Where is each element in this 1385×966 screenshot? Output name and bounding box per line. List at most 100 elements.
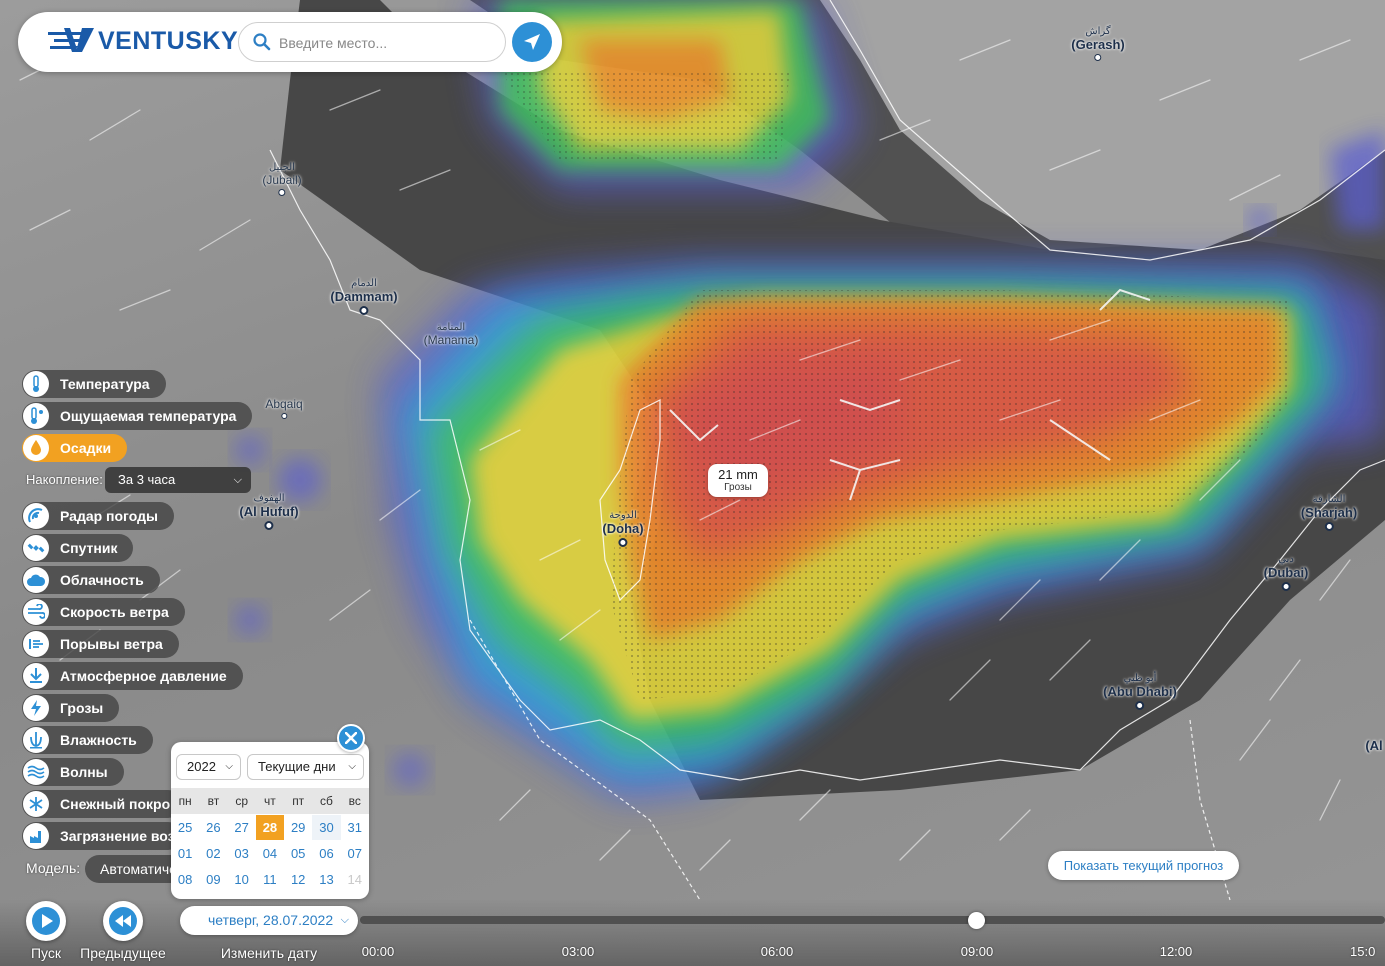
accumulation-select[interactable]: За 3 часа ⌵	[105, 467, 251, 493]
calendar-day-current[interactable]: 28	[255, 815, 285, 840]
calendar-day[interactable]: 31	[341, 815, 369, 840]
timeline-tick: 12:00	[1159, 944, 1193, 959]
thermometer-icon	[23, 371, 49, 397]
calendar-week: 25 26 27 28 29 30 31	[171, 814, 369, 840]
date-select[interactable]: четверг, 28.07.2022 ⌵	[180, 906, 358, 935]
accumulation-label: Накопление:	[26, 472, 103, 487]
logo-text: VENTUSKY	[98, 26, 239, 55]
weekday: ср	[235, 794, 248, 808]
layer-snow-cover[interactable]: Снежный покров	[22, 790, 182, 818]
raindrop-icon	[23, 435, 49, 461]
snowflake-icon	[23, 791, 49, 817]
layer-cloudiness[interactable]: Облачность	[22, 566, 160, 594]
layer-temperature[interactable]: Температура	[22, 370, 166, 398]
date-picker: 2022 ⌵ Текущие дни ⌵ пн вт ср чт пт сб в…	[171, 742, 369, 899]
factory-icon	[23, 823, 49, 849]
calendar-day[interactable]: 11	[256, 867, 284, 892]
wind-gust-icon	[23, 631, 49, 657]
calendar-day[interactable]: 03	[228, 841, 256, 866]
layer-wind-gusts[interactable]: Порывы ветра	[22, 630, 179, 658]
calendar-day[interactable]: 05	[284, 841, 312, 866]
locate-button[interactable]	[512, 22, 552, 62]
city-dubai[interactable]: دبي (Dubai)	[1264, 554, 1308, 591]
city-doha[interactable]: الدوحة (Doha)	[602, 510, 644, 547]
logo[interactable]: VENTUSKY	[48, 26, 238, 56]
logo-mark-icon	[48, 28, 94, 52]
timeline-track[interactable]	[360, 916, 1385, 924]
weekday-header: пн вт ср чт пт сб вс	[171, 788, 369, 814]
close-calendar-button[interactable]	[337, 724, 365, 752]
calendar-day[interactable]: 06	[312, 841, 340, 866]
calendar-week: 01 02 03 04 05 06 07	[171, 840, 369, 866]
search-input[interactable]	[279, 32, 494, 54]
search-box[interactable]	[238, 22, 506, 62]
city-dammam[interactable]: الدمام (Dammam)	[330, 278, 398, 315]
layer-humidity[interactable]: Влажность	[22, 726, 153, 754]
show-current-forecast-button[interactable]: Показать текущий прогноз	[1048, 851, 1239, 880]
weekday: сб	[320, 794, 333, 808]
previous-button[interactable]	[103, 901, 143, 941]
radar-icon	[23, 503, 49, 529]
humidity-icon	[23, 727, 49, 753]
calendar-week: 08 09 10 11 12 13 14	[171, 866, 369, 892]
city-abu-dhabi[interactable]: أبو ظبي (Abu Dhabi)	[1103, 673, 1177, 710]
city-sharjah[interactable]: الشارقة (Sharjah)	[1301, 494, 1357, 531]
city-manama[interactable]: المنامة (Manama)	[424, 322, 479, 347]
close-icon	[345, 732, 357, 744]
tooltip-value: 21 mm	[718, 467, 758, 482]
layer-air-pollution[interactable]: Загрязнение воздуха	[22, 822, 182, 850]
city-al-partial[interactable]: (Al	[1365, 738, 1382, 753]
tooltip-label: Грозы	[724, 482, 752, 493]
navigation-arrow-icon	[524, 34, 540, 50]
cloud-icon	[23, 567, 49, 593]
play-label: Пуск	[30, 945, 62, 961]
layer-waves[interactable]: Волны	[22, 758, 124, 786]
calendar-day[interactable]: 09	[199, 867, 227, 892]
city-al-hufuf[interactable]: الهفوف (Al Hufuf)	[239, 493, 299, 530]
model-select[interactable]: Автоматически	[85, 855, 185, 883]
chevron-down-icon: ⌵	[233, 474, 242, 486]
calendar-day[interactable]: 04	[256, 841, 284, 866]
layer-wind-speed[interactable]: Скорость ветра	[22, 598, 185, 626]
layer-precipitation[interactable]: Осадки	[22, 434, 128, 462]
timeline-tick: 03:00	[561, 944, 595, 959]
timeline-tick: 09:00	[960, 944, 994, 959]
layer-thunderstorms[interactable]: Грозы	[22, 694, 120, 722]
chevron-down-icon: ⌵	[348, 761, 356, 772]
city-gerash[interactable]: گراش (Gerash)	[1071, 26, 1125, 61]
layer-satellite[interactable]: Спутник	[22, 534, 134, 562]
play-button[interactable]	[26, 901, 66, 941]
chevron-down-icon: ⌵	[225, 761, 233, 772]
calendar-day[interactable]: 13	[312, 867, 340, 892]
city-jubail[interactable]: الجبيل (Jubail)	[262, 162, 302, 196]
year-select[interactable]: 2022 ⌵	[176, 754, 241, 780]
timeline-tick: 15:0	[1350, 944, 1376, 959]
calendar-day[interactable]: 10	[228, 867, 256, 892]
calendar-day[interactable]: 26	[199, 815, 227, 840]
search-icon	[253, 33, 271, 51]
calendar-day[interactable]: 08	[171, 867, 199, 892]
layer-pressure[interactable]: Атмосферное давление	[22, 662, 243, 690]
pressure-arrow-icon	[23, 663, 49, 689]
change-date-label: Изменить дату	[220, 945, 318, 961]
calendar-grid: пн вт ср чт пт сб вс 25 26 27 28 29 30 3…	[171, 788, 369, 892]
top-bar: VENTUSKY	[18, 12, 562, 72]
previous-label: Предыдущее	[80, 945, 166, 961]
calendar-day[interactable]: 25	[171, 815, 199, 840]
city-abqaiq[interactable]: Abqaiq	[265, 397, 303, 419]
calendar-day[interactable]: 27	[228, 815, 256, 840]
play-icon	[32, 907, 60, 935]
calendar-day[interactable]: 30	[312, 815, 341, 840]
calendar-day[interactable]: 02	[199, 841, 227, 866]
calendar-day[interactable]: 29	[284, 815, 312, 840]
timeline-handle[interactable]	[968, 912, 985, 929]
layer-radar[interactable]: Радар погоды	[22, 502, 174, 530]
wind-icon	[23, 599, 49, 625]
calendar-day[interactable]: 12	[284, 867, 312, 892]
calendar-day[interactable]: 07	[341, 841, 369, 866]
calendar-day[interactable]: 01	[171, 841, 199, 866]
weekday: вт	[207, 794, 220, 808]
range-select[interactable]: Текущие дни ⌵	[247, 754, 364, 780]
satellite-icon	[23, 535, 49, 561]
layer-feels-like[interactable]: Ощущаемая температура	[22, 402, 253, 430]
